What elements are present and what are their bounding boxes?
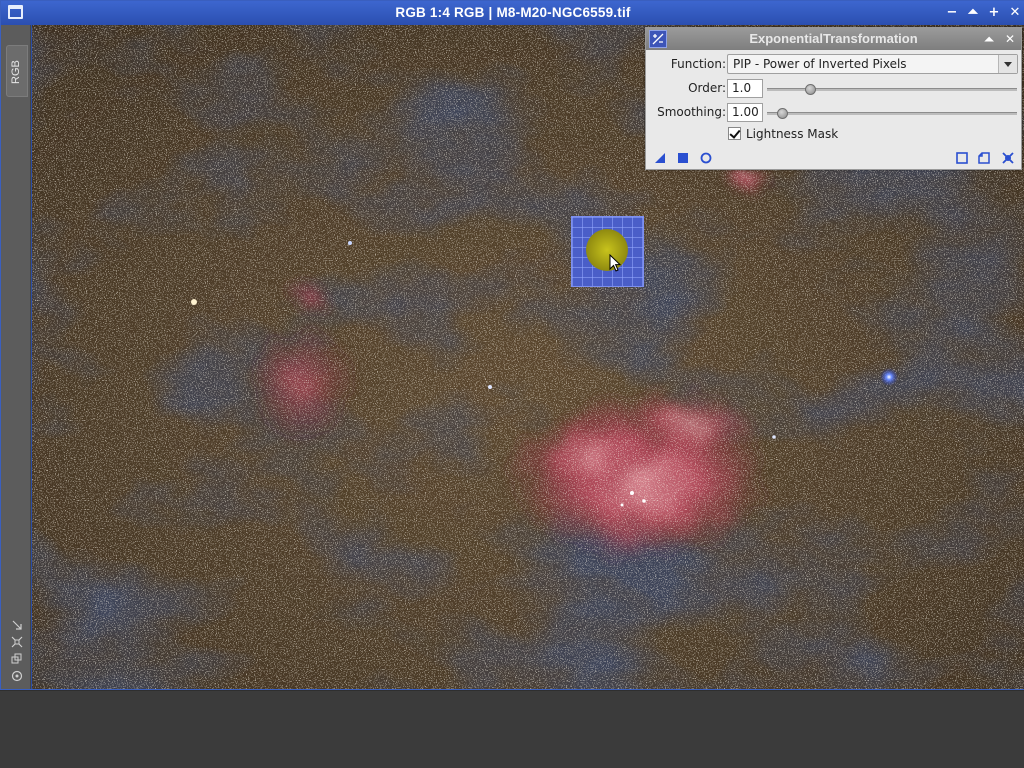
chevron-down-icon[interactable]: [998, 55, 1017, 73]
image-window-titlebar[interactable]: RGB 1:4 RGB | M8-M20-NGC6559.tif − ⏶ + ✕: [1, 1, 1024, 25]
function-label: Function:: [670, 57, 726, 71]
close-button[interactable]: ✕: [1006, 4, 1024, 22]
lightness-mask-label[interactable]: Lightness Mask: [746, 127, 838, 141]
workspace-background: [0, 690, 1024, 768]
rgb-tab-label: RGB: [10, 60, 22, 84]
process-icon[interactable]: [649, 30, 667, 48]
smoothing-slider-handle[interactable]: [777, 108, 788, 119]
real-time-preview-icon[interactable]: [699, 151, 713, 165]
dialog-titlebar[interactable]: ExponentialTransformation ⏶ ✕: [646, 28, 1021, 50]
dialog-close-icon[interactable]: ✕: [1002, 30, 1018, 48]
image-window-title: RGB 1:4 RGB | M8-M20-NGC6559.tif: [395, 5, 631, 20]
browse-documentation-icon[interactable]: [977, 151, 991, 165]
expand-icon[interactable]: [10, 619, 24, 633]
dialog-shade-icon[interactable]: ⏶: [981, 30, 997, 48]
rgb-view-tab[interactable]: RGB: [6, 45, 28, 97]
smoothing-input[interactable]: 1.00: [727, 103, 763, 122]
function-combo[interactable]: PIP - Power of Inverted Pixels: [727, 54, 1018, 74]
shade-button[interactable]: ⏶: [964, 4, 982, 22]
preview-area[interactable]: [571, 216, 644, 287]
dialog-footer: [646, 148, 1021, 169]
order-slider-handle[interactable]: [805, 84, 816, 95]
maximize-button[interactable]: +: [985, 4, 1003, 22]
apply-global-icon[interactable]: [676, 151, 690, 165]
minimize-button[interactable]: −: [943, 4, 961, 22]
order-input[interactable]: 1.0: [727, 79, 763, 98]
view-side-strip: RGB: [1, 25, 31, 689]
function-value: PIP - Power of Inverted Pixels: [733, 57, 907, 71]
order-slider[interactable]: [767, 84, 1017, 95]
new-instance-icon[interactable]: [653, 151, 667, 165]
smoothing-slider[interactable]: [767, 108, 1017, 119]
exponential-transformation-dialog: ExponentialTransformation ⏶ ✕ Function: …: [645, 27, 1022, 170]
reset-icon[interactable]: [955, 151, 969, 165]
dialog-title: ExponentialTransformation: [749, 31, 918, 46]
mouse-cursor-icon: [609, 254, 622, 272]
lightness-mask-checkbox[interactable]: [728, 127, 741, 140]
smoothing-label: Smoothing:: [657, 105, 726, 119]
options-icon[interactable]: [10, 670, 24, 684]
order-label: Order:: [688, 81, 726, 95]
track-view-icon[interactable]: [1001, 151, 1015, 165]
fit-view-icon[interactable]: [10, 636, 24, 650]
zoom-icon[interactable]: [10, 653, 24, 667]
